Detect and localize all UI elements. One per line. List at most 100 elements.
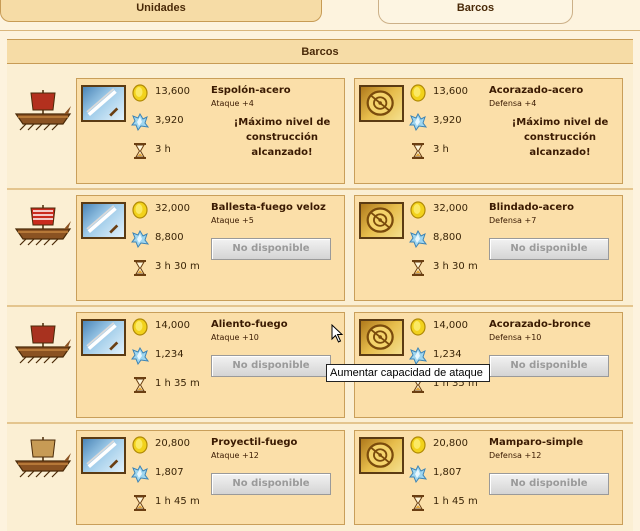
gold-cost: 14,000: [131, 317, 201, 337]
crystal-icon: [409, 464, 428, 484]
row-divider: [7, 188, 633, 190]
section-header: Barcos: [7, 39, 633, 64]
upgrade-bonus: Defensa +4: [489, 99, 537, 108]
crystal-cost: 8,800: [131, 229, 201, 249]
defense-upgrade-card: 13,600 3,920 3 h Acorazado-acero Defensa +4 ¡…: [354, 78, 623, 184]
build-time: 1 h 45 m: [409, 493, 479, 513]
mouse-cursor-icon: [331, 324, 344, 343]
crystal-cost: 1,234: [131, 346, 201, 366]
hourglass-icon: [409, 142, 427, 160]
sword-upgrade-icon[interactable]: [81, 85, 126, 122]
crystal-cost: 1,807: [409, 464, 479, 484]
upgrade-bonus: Ataque +10: [211, 333, 259, 342]
upgrade-name: Acorazado-acero: [489, 85, 584, 96]
not-available-button[interactable]: No disponible: [211, 238, 331, 260]
build-time-value: 3 h: [155, 144, 171, 155]
sword-upgrade-icon[interactable]: [81, 437, 126, 474]
crystal-cost-value: 1,234: [155, 349, 184, 360]
crystal-cost-value: 1,807: [433, 467, 462, 478]
crystal-cost-value: 3,920: [433, 115, 462, 126]
crystal-cost: 3,920: [131, 112, 201, 132]
build-time: 3 h: [409, 141, 479, 161]
ship-3-image: [14, 317, 72, 365]
gold-cost: 20,800: [409, 435, 479, 455]
build-time-value: 1 h 35 m: [155, 378, 200, 389]
attack-upgrade-card: 14,000 1,234 1 h 35 m Aliento-fuego Ataque +…: [76, 312, 345, 418]
gold-cost: 14,000: [409, 317, 479, 337]
crystal-cost-value: 3,920: [155, 115, 184, 126]
shield-upgrade-icon[interactable]: [359, 437, 404, 474]
crystal-icon: [131, 112, 150, 132]
not-available-button[interactable]: No disponible: [489, 473, 609, 495]
upgrade-name: Proyectil-fuego: [211, 437, 298, 448]
crystal-cost: 1,807: [131, 464, 201, 484]
build-time-value: 3 h 30 m: [155, 261, 200, 272]
build-time-value: 3 h 30 m: [433, 261, 478, 272]
gold-coin-icon: [409, 201, 427, 219]
crystal-icon: [131, 346, 150, 366]
build-time-value: 3 h: [433, 144, 449, 155]
gold-cost: 20,800: [131, 435, 201, 455]
row-divider: [7, 422, 633, 424]
shield-upgrade-icon[interactable]: [359, 202, 404, 239]
build-time: 3 h 30 m: [409, 258, 479, 278]
tab-barcos[interactable]: Barcos: [378, 0, 573, 24]
attack-upgrade-card: 20,800 1,807 1 h 45 m Proyectil-fuego Ataque…: [76, 430, 345, 525]
crystal-cost-value: 8,800: [433, 232, 462, 243]
not-available-button[interactable]: No disponible: [211, 355, 331, 377]
hourglass-icon: [409, 494, 427, 512]
gold-cost: 32,000: [409, 200, 479, 220]
crystal-icon: [131, 464, 150, 484]
gold-cost: 13,600: [131, 83, 201, 103]
crystal-icon: [131, 229, 150, 249]
crystal-icon: [409, 229, 428, 249]
crystal-cost: 8,800: [409, 229, 479, 249]
upgrade-bonus: Defensa +7: [489, 216, 537, 225]
attack-upgrade-card: 13,600 3,920 3 h Espolón-acero Ataque +4 ¡Máx…: [76, 78, 345, 184]
tooltip: Aumentar capacidad de ataque: [326, 364, 490, 382]
tab-bar: Unidades Barcos: [0, 0, 640, 24]
crystal-cost: 1,234: [409, 346, 479, 366]
defense-upgrade-card: 20,800 1,807 1 h 45 m Mamparo-simple Defensa…: [354, 430, 623, 525]
upgrade-bonus: Ataque +4: [211, 99, 254, 108]
crystal-cost-value: 1,807: [155, 467, 184, 478]
sword-upgrade-icon[interactable]: [81, 202, 126, 239]
max-level-message: ¡Máximo nivel de construcción alcanzado!: [233, 117, 331, 158]
hourglass-icon: [131, 142, 149, 160]
defense-upgrade-card: 32,000 8,800 3 h 30 m Blindado-acero Defensa…: [354, 195, 623, 301]
ship-1-image: [14, 84, 72, 132]
gold-coin-icon: [409, 436, 427, 454]
gold-cost-value: 13,600: [155, 86, 190, 97]
shield-upgrade-icon[interactable]: [359, 85, 404, 122]
build-time: 1 h 35 m: [131, 375, 201, 395]
ship-2-image: [14, 199, 72, 247]
gold-cost-value: 20,800: [155, 438, 190, 449]
build-time: 1 h 45 m: [131, 493, 201, 513]
gold-cost: 32,000: [131, 200, 201, 220]
build-time: 3 h 30 m: [131, 258, 201, 278]
build-time: 3 h: [131, 141, 201, 161]
gold-coin-icon: [131, 436, 149, 454]
hourglass-icon: [131, 259, 149, 277]
build-time-value: 1 h 45 m: [433, 496, 478, 507]
crystal-cost-value: 8,800: [155, 232, 184, 243]
sword-upgrade-icon[interactable]: [81, 319, 126, 356]
not-available-button[interactable]: No disponible: [211, 473, 331, 495]
max-level-message: ¡Máximo nivel de construcción alcanzado!: [511, 117, 609, 158]
tab-unidades[interactable]: Unidades: [0, 0, 322, 22]
upgrade-bonus: Defensa +10: [489, 333, 542, 342]
build-time-value: 1 h 45 m: [155, 496, 200, 507]
gold-coin-icon: [131, 201, 149, 219]
gold-cost-value: 14,000: [155, 320, 190, 331]
gold-coin-icon: [409, 318, 427, 336]
gold-coin-icon: [409, 84, 427, 102]
not-available-button[interactable]: No disponible: [489, 238, 609, 260]
not-available-button[interactable]: No disponible: [489, 355, 609, 377]
upgrade-name: Blindado-acero: [489, 202, 574, 213]
attack-upgrade-card: 32,000 8,800 3 h 30 m Ballesta-fuego veloz A…: [76, 195, 345, 301]
hourglass-icon: [409, 259, 427, 277]
gold-cost-value: 20,800: [433, 438, 468, 449]
upgrade-name: Mamparo-simple: [489, 437, 584, 448]
gold-cost-value: 13,600: [433, 86, 468, 97]
shield-upgrade-icon[interactable]: [359, 319, 404, 356]
